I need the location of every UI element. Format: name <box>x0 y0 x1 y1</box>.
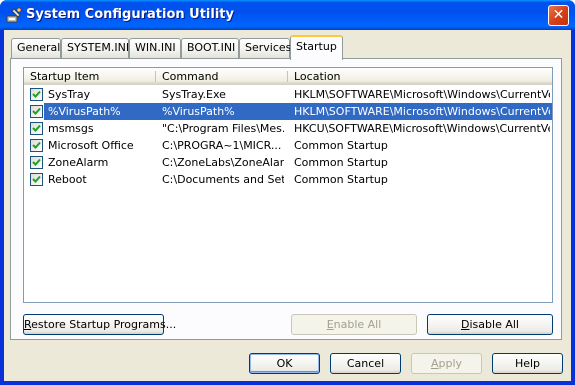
ok-label: OK <box>276 357 293 370</box>
ok-button[interactable]: OK <box>249 353 320 374</box>
disable-all-button[interactable]: Disable All <box>427 314 553 335</box>
enable-all-button[interactable]: Enable All <box>291 314 417 335</box>
item-checkbox[interactable] <box>30 105 43 118</box>
list-item[interactable]: Microsoft Office C:\PROGRA~1\MICR... Com… <box>24 137 552 154</box>
startup-item-command: C:\PROGRA~1\MICR... <box>162 139 282 152</box>
disable-all-label: isable All <box>469 318 519 331</box>
column-header-startup-item[interactable]: Startup Item <box>24 68 155 85</box>
startup-item-name: Microsoft Office <box>48 139 134 152</box>
list-item[interactable]: Reboot C:\Documents and Set... Common St… <box>24 171 552 188</box>
enable-all-accel: E <box>326 318 334 331</box>
dialog-client-area: General SYSTEM.INI WIN.INI BOOT.INI Serv… <box>4 30 571 381</box>
apply-accel: A <box>430 357 439 370</box>
msconfig-window: System Configuration Utility ✕ General S… <box>0 0 575 385</box>
help-button[interactable]: Help <box>492 353 563 374</box>
help-label: Help <box>514 357 541 370</box>
startup-item-name: SysTray <box>48 88 91 101</box>
column-header-command[interactable]: Command <box>156 68 287 85</box>
item-checkbox[interactable] <box>30 139 43 152</box>
startup-item-command: %VirusPath% <box>162 105 235 118</box>
startup-item-command: C:\Documents and Set... <box>162 173 284 186</box>
restore-startup-programs-button[interactable]: Restore Startup Programs... <box>23 314 176 335</box>
cancel-label: Cancel <box>346 357 385 370</box>
tab-label: SYSTEM.INI <box>67 41 130 54</box>
startup-item-location: HKCU\SOFTWARE\Microsoft\Windows\CurrentV… <box>294 122 550 135</box>
tab-general[interactable]: General <box>11 38 61 58</box>
tab-label: WIN.INI <box>135 41 176 54</box>
cancel-button[interactable]: Cancel <box>330 353 401 374</box>
title-bar[interactable]: System Configuration Utility ✕ <box>0 0 575 30</box>
checkmark-icon <box>32 175 41 183</box>
tab-boot-ini[interactable]: BOOT.INI <box>181 38 239 58</box>
item-checkbox[interactable] <box>30 122 43 135</box>
item-checkbox[interactable] <box>30 88 43 101</box>
list-item[interactable]: %VirusPath% %VirusPath% HKLM\SOFTWARE\Mi… <box>24 103 552 120</box>
startup-item-command: "C:\Program Files\Mes... <box>162 122 284 135</box>
list-header: Startup Item Command Location <box>24 68 552 85</box>
apply-button[interactable]: Apply <box>411 353 482 374</box>
startup-items-list[interactable]: Startup Item Command Location SysTray Sy… <box>23 67 553 303</box>
list-item[interactable]: msmsgs "C:\Program Files\Mes... HKCU\SOF… <box>24 120 552 137</box>
checkmark-icon <box>32 124 41 132</box>
tab-label: BOOT.INI <box>187 41 236 54</box>
startup-item-command: C:\ZoneLabs\ZoneAlar... <box>162 156 284 169</box>
tab-system-ini[interactable]: SYSTEM.INI <box>61 38 129 58</box>
disable-all-accel: D <box>461 318 470 331</box>
list-item[interactable]: SysTray SysTray.Exe HKLM\SOFTWARE\Micros… <box>24 86 552 103</box>
msconfig-app-icon <box>6 7 22 23</box>
startup-item-command: SysTray.Exe <box>162 88 226 101</box>
startup-item-name: ZoneAlarm <box>48 156 109 169</box>
tab-label: Startup <box>296 40 337 53</box>
restore-label: estore Startup Programs... <box>31 318 177 331</box>
checkmark-icon <box>32 107 41 115</box>
checkmark-icon <box>32 90 41 98</box>
tab-label: General <box>17 41 61 54</box>
startup-item-location: Common Startup <box>294 139 388 152</box>
column-header-location[interactable]: Location <box>288 68 552 85</box>
close-button[interactable]: ✕ <box>548 5 569 26</box>
checkmark-icon <box>32 141 41 149</box>
startup-item-location: HKLM\SOFTWARE\Microsoft\Windows\CurrentV… <box>294 88 550 101</box>
apply-label: pply <box>438 357 463 370</box>
startup-tab-panel: Startup Item Command Location SysTray Sy… <box>10 58 562 340</box>
close-icon: ✕ <box>552 7 565 23</box>
window-title: System Configuration Utility <box>26 7 234 22</box>
startup-item-name: msmsgs <box>48 122 94 135</box>
startup-item-location: Common Startup <box>294 156 388 169</box>
startup-item-location: HKLM\SOFTWARE\Microsoft\Windows\CurrentV… <box>294 105 550 118</box>
tab-win-ini[interactable]: WIN.INI <box>129 38 181 58</box>
list-item[interactable]: ZoneAlarm C:\ZoneLabs\ZoneAlar... Common… <box>24 154 552 171</box>
checkmark-icon <box>32 158 41 166</box>
tab-services[interactable]: Services <box>239 38 292 58</box>
startup-item-name: Reboot <box>48 173 87 186</box>
startup-item-location: Common Startup <box>294 173 388 186</box>
item-checkbox[interactable] <box>30 173 43 186</box>
startup-item-name: %VirusPath% <box>48 105 121 118</box>
tab-startup[interactable]: Startup <box>290 35 343 60</box>
item-checkbox[interactable] <box>30 156 43 169</box>
enable-all-label: nable All <box>333 318 382 331</box>
tab-label: Services <box>245 41 292 54</box>
